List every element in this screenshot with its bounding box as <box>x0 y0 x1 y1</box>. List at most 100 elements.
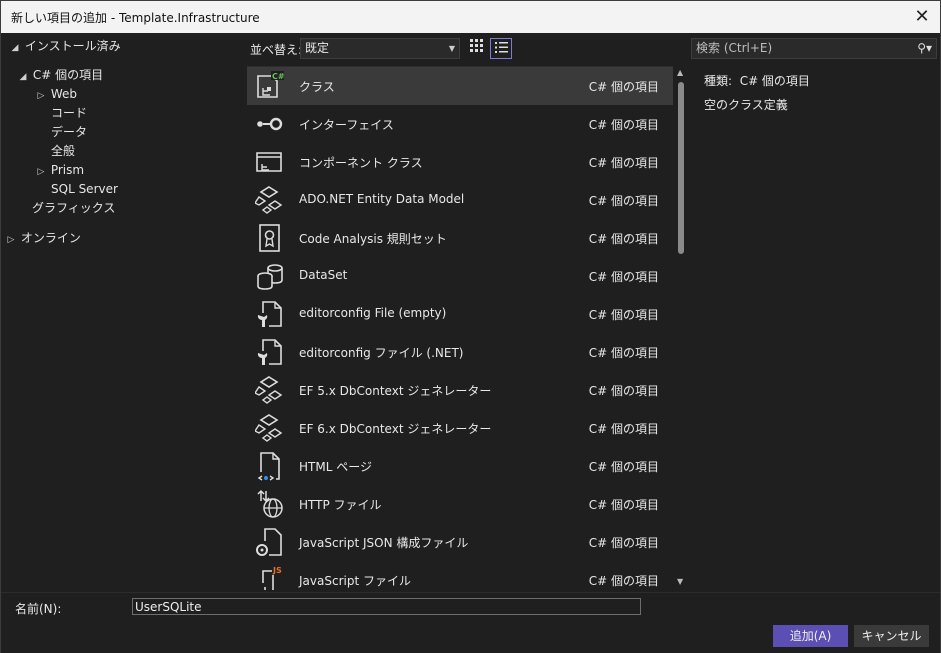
collapsed-caret-icon: ▷ <box>37 167 45 177</box>
template-category: C# 個の項目 <box>588 422 659 436</box>
list-scrollbar[interactable]: ▲ ▼ <box>673 66 689 590</box>
template-category: C# 個の項目 <box>588 384 659 398</box>
dataset-icon <box>255 261 285 291</box>
svg-text:C#: C# <box>272 72 285 81</box>
svg-text:JS: JS <box>272 566 282 575</box>
detail-type: 種類: C# 個の項目 <box>704 74 810 88</box>
detail-description: 空のクラス定義 <box>704 98 788 112</box>
template-list-item[interactable]: JavaScript JSON 構成ファイル C# 個の項目 <box>247 523 673 561</box>
template-name: HTTP ファイル <box>299 498 382 512</box>
template-name: HTML ページ <box>299 460 372 474</box>
tree-item-general[interactable]: 全般 <box>51 142 75 161</box>
template-list-item[interactable]: C# クラス C# 個の項目 <box>247 67 673 105</box>
sort-dropdown[interactable]: 既定 ▼ <box>300 38 460 59</box>
template-list: C# クラス C# 個の項目 インターフェイス C# 個の項目 コンポーネント クラス C#… <box>247 66 673 590</box>
collapsed-caret-icon: ▷ <box>37 91 45 101</box>
template-list-item[interactable]: JS JavaScript ファイル C# 個の項目 <box>247 561 673 590</box>
template-name: インターフェイス <box>299 118 394 132</box>
tree-item-prism[interactable]: ▷ Prism <box>35 161 85 180</box>
template-name: EF 5.x DbContext ジェネレーター <box>299 384 492 398</box>
expanded-caret-icon: ◢ <box>19 72 27 82</box>
template-category: C# 個の項目 <box>588 270 659 284</box>
template-list-item[interactable]: Code Analysis 規則セット C# 個の項目 <box>247 219 673 257</box>
template-name: editorconfig ファイル (.NET) <box>299 346 464 360</box>
template-category: C# 個の項目 <box>588 80 659 94</box>
template-category: C# 個の項目 <box>588 308 659 322</box>
tree-item-graphics[interactable]: グラフィックス <box>32 199 115 218</box>
template-category: C# 個の項目 <box>588 118 659 132</box>
template-name: editorconfig File (empty) <box>299 306 447 320</box>
template-category: C# 個の項目 <box>588 460 659 474</box>
interface-icon <box>255 109 285 139</box>
tree-item-data[interactable]: データ <box>51 123 87 142</box>
template-list-item[interactable]: HTML ページ C# 個の項目 <box>247 447 673 485</box>
component-icon <box>255 147 285 177</box>
ruleset-icon <box>255 223 285 253</box>
search-placeholder: 検索 (Ctrl+E) <box>696 41 773 55</box>
chevron-down-icon: ▼ <box>448 44 455 53</box>
template-tree: ◢ インストール済み ◢ C# 個の項目 ▷ Web コード データ 全般 ▷ … <box>1 35 241 590</box>
template-category: C# 個の項目 <box>588 232 659 246</box>
template-category: C# 個の項目 <box>588 346 659 360</box>
title-bar: 新しい項目の追加 - Template.Infrastructure ✕ <box>1 1 940 33</box>
tree-item-code[interactable]: コード <box>51 104 87 123</box>
editorconfig-icon <box>255 337 285 367</box>
bottom-bar: 名前(N): 追加(A) キャンセル <box>1 592 940 653</box>
tree-item-installed[interactable]: ◢ インストール済み <box>9 37 121 56</box>
cancel-button[interactable]: キャンセル <box>854 625 929 647</box>
class-icon: C# <box>255 71 285 101</box>
template-list-item[interactable]: ADO.NET Entity Data Model C# 個の項目 <box>247 181 673 219</box>
add-new-item-dialog: 新しい項目の追加 - Template.Infrastructure ✕ ◢ イ… <box>0 0 941 653</box>
sort-value: 既定 <box>305 41 330 55</box>
template-category: C# 個の項目 <box>588 574 659 588</box>
tree-item-web[interactable]: ▷ Web <box>35 85 77 104</box>
template-list-item[interactable]: EF 5.x DbContext ジェネレーター C# 個の項目 <box>247 371 673 409</box>
tree-item-sqlserver[interactable]: SQL Server <box>51 180 118 199</box>
template-list-item[interactable]: インターフェイス C# 個の項目 <box>247 105 673 143</box>
entity-model-icon <box>253 375 285 405</box>
template-category: C# 個の項目 <box>588 156 659 170</box>
search-input[interactable]: 検索 (Ctrl+E) ⚲▾ <box>691 38 937 59</box>
template-name: ADO.NET Entity Data Model <box>299 192 465 206</box>
template-list-item[interactable]: HTTP ファイル C# 個の項目 <box>247 485 673 523</box>
name-field[interactable] <box>132 598 641 615</box>
json-config-icon <box>255 527 285 557</box>
template-name: クラス <box>299 80 335 94</box>
template-name: JavaScript JSON 構成ファイル <box>299 536 469 550</box>
editorconfig-icon <box>255 299 285 329</box>
entity-model-icon <box>253 413 285 443</box>
details-panel: 種類: C# 個の項目 空のクラス定義 <box>691 66 937 590</box>
template-name: Code Analysis 規則セット <box>299 232 447 246</box>
tree-item-csharp[interactable]: ◢ C# 個の項目 <box>17 66 104 85</box>
scroll-up-icon[interactable]: ▲ <box>677 68 683 77</box>
search-icon[interactable]: ⚲▾ <box>917 39 932 58</box>
http-file-icon <box>255 489 285 519</box>
javascript-file-icon: JS <box>255 565 285 590</box>
entity-model-icon <box>253 185 285 215</box>
sort-label: 並べ替え: <box>250 43 303 57</box>
collapsed-caret-icon: ▷ <box>7 235 15 245</box>
template-list-item[interactable]: editorconfig ファイル (.NET) C# 個の項目 <box>247 333 673 371</box>
close-icon[interactable]: ✕ <box>910 5 934 29</box>
template-list-item[interactable]: DataSet C# 個の項目 <box>247 257 673 295</box>
grid-view-icon[interactable] <box>465 38 487 59</box>
template-list-item[interactable]: コンポーネント クラス C# 個の項目 <box>247 143 673 181</box>
scroll-thumb[interactable] <box>678 82 684 254</box>
add-button[interactable]: 追加(A) <box>773 625 848 647</box>
template-list-item[interactable]: editorconfig File (empty) C# 個の項目 <box>247 295 673 333</box>
list-view-icon[interactable] <box>490 38 512 59</box>
template-category: C# 個の項目 <box>588 194 659 208</box>
template-list-item[interactable]: EF 6.x DbContext ジェネレーター C# 個の項目 <box>247 409 673 447</box>
template-name: JavaScript ファイル <box>299 574 411 588</box>
template-name: DataSet <box>299 268 348 282</box>
scroll-down-icon[interactable]: ▼ <box>677 577 683 586</box>
template-name: コンポーネント クラス <box>299 156 423 170</box>
template-category: C# 個の項目 <box>588 536 659 550</box>
template-name: EF 6.x DbContext ジェネレーター <box>299 422 492 436</box>
expanded-caret-icon: ◢ <box>11 43 19 53</box>
window-title: 新しい項目の追加 - Template.Infrastructure <box>11 11 260 25</box>
template-category: C# 個の項目 <box>588 498 659 512</box>
html-page-icon <box>255 451 285 481</box>
tree-item-online[interactable]: ▷ オンライン <box>5 229 81 248</box>
name-label: 名前(N): <box>15 602 62 616</box>
